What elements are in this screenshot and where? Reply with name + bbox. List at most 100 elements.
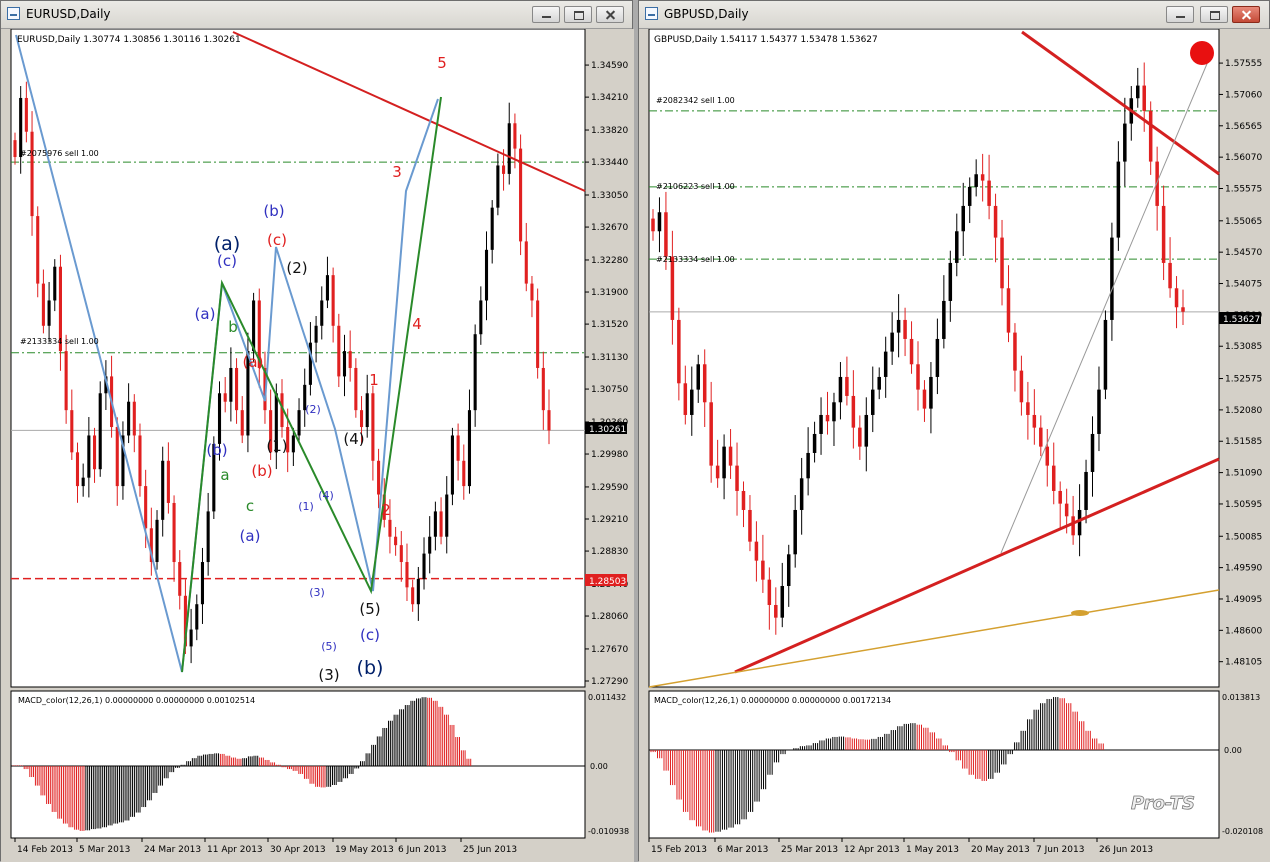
x-tick-label: 19 May 2013 <box>335 845 394 855</box>
y-tick-label: 1.28830 <box>591 547 628 557</box>
y-tick-label: 1.27290 <box>591 677 628 687</box>
wave-label-5-black: (5) <box>359 600 380 618</box>
y-tick-label: 1.50085 <box>1225 532 1262 542</box>
x-tick-label: 11 Apr 2013 <box>207 845 263 855</box>
candle <box>536 288 540 379</box>
y-tick-label: 1.34590 <box>591 61 628 71</box>
x-tick-label: 14 Feb 2013 <box>17 845 73 855</box>
alert-circle-icon[interactable] <box>1190 41 1214 65</box>
wave-label-big-b: (b) <box>357 657 384 679</box>
wave-label-1: 1 <box>369 371 379 389</box>
minimize-button[interactable] <box>532 6 560 23</box>
channel-marker <box>1071 610 1089 616</box>
y-tick-label: 1.57060 <box>1225 90 1262 100</box>
wave-label-c-blue: (c) <box>217 252 237 270</box>
wave-label-1-black: (1) <box>266 437 287 455</box>
y-tick-label: 1.52080 <box>1225 406 1262 416</box>
maximize-button[interactable] <box>1200 6 1228 23</box>
y-tick-label: 1.28060 <box>591 612 628 622</box>
y-tick-label: 1.53085 <box>1225 342 1262 352</box>
eurusd-chart-canvas[interactable]: 5 3 4 1 2 (a) (b) (c) (b) (a) (b) (a) (c… <box>1 29 634 862</box>
y-tick-label: 1.33820 <box>591 126 628 136</box>
y-tick-label: 1.49095 <box>1225 595 1262 605</box>
window-title: GBPUSD,Daily <box>664 7 749 21</box>
x-tick-label: 24 Mar 2013 <box>144 845 201 855</box>
wave-label-5: 5 <box>437 54 447 72</box>
y-tick-label: 1.27670 <box>591 645 628 655</box>
wave-label-4-black: (4) <box>343 430 364 448</box>
x-tick-label: 25 Jun 2013 <box>463 845 517 855</box>
wave-label-3-black: (3) <box>318 666 339 684</box>
macd-label: MACD_color(12,26,1) 0.00000000 0.0000000… <box>654 696 891 705</box>
x-tick-label: 30 Apr 2013 <box>270 845 326 855</box>
gbpusd-chart-canvas[interactable]: 1.57555 1.57060 1.56565 1.56070 1.55575 1.550… <box>639 29 1270 862</box>
chart-info: GBPUSD,Daily 1.54117 1.54377 1.53478 1.5… <box>654 35 878 45</box>
wave-label-b-blue: (b) <box>263 202 284 220</box>
maximize-button[interactable] <box>564 6 592 23</box>
x-tick-label: 15 Feb 2013 <box>651 845 707 855</box>
candle <box>98 381 102 477</box>
eurusd-title-bar[interactable]: EURUSD,Daily <box>1 1 632 29</box>
order-label-2: #2106223 sell 1.00 <box>656 182 735 191</box>
y-tick-label: 1.29590 <box>591 483 628 493</box>
window-title: EURUSD,Daily <box>26 7 111 21</box>
wave-label-small-2: (2) <box>305 403 321 416</box>
y-tick-label: 1.50595 <box>1225 500 1262 510</box>
y-tick-label: 1.56565 <box>1225 122 1262 132</box>
macd-axis-top: 0.011432 <box>588 693 626 702</box>
candle <box>519 134 523 256</box>
wave-label-a-red: (a) <box>243 353 264 371</box>
price-panel <box>648 29 1220 688</box>
current-price-text: 1.30261 <box>589 425 626 435</box>
wave-label-a-blue: (a) <box>195 305 216 323</box>
chart-info: EURUSD,Daily 1.30774 1.30856 1.30116 1.3… <box>17 35 241 45</box>
x-tick-label: 5 Mar 2013 <box>79 845 130 855</box>
y-tick-label: 1.52575 <box>1225 375 1262 385</box>
wave-label-2: 2 <box>381 501 391 519</box>
wave-label-small-5: (5) <box>321 640 337 653</box>
y-tick-label: 1.56070 <box>1225 153 1262 163</box>
candle <box>1103 310 1108 400</box>
x-tick-label: 25 Mar 2013 <box>781 845 838 855</box>
wave-label-4: 4 <box>412 315 422 333</box>
macd-axis-bottom: -0.020108 <box>1222 827 1263 836</box>
watermark-logo: Pro-TS <box>1131 793 1195 814</box>
wave-label-a-green: a <box>220 466 229 484</box>
y-tick-label: 1.51585 <box>1225 437 1262 447</box>
wave-label-small-1: (1) <box>298 500 314 513</box>
y-tick-label: 1.54075 <box>1225 280 1262 290</box>
x-tick-label: 7 Jun 2013 <box>1036 845 1084 855</box>
current-price-text: 1.53627 <box>1223 315 1260 325</box>
y-tick-label: 1.32280 <box>591 256 628 266</box>
y-tick-label: 1.48600 <box>1225 626 1262 636</box>
y-tick-label: 1.49590 <box>1225 564 1262 574</box>
wave-label-2-black: (2) <box>286 259 307 277</box>
order-label-1: #2082342 sell 1.00 <box>656 96 735 105</box>
macd-axis-zero: 0.00 <box>1224 746 1242 755</box>
y-tick-label: 1.32670 <box>591 223 628 233</box>
y-tick-label: 1.33050 <box>591 191 628 201</box>
y-tick-label: 1.29210 <box>591 515 628 525</box>
close-button[interactable] <box>1232 6 1260 23</box>
y-tick-label: 1.31130 <box>591 353 628 363</box>
wave-label-b-red: (b) <box>251 462 272 480</box>
x-tick-label: 12 Apr 2013 <box>844 845 900 855</box>
y-tick-label: 1.29980 <box>591 450 628 460</box>
x-tick-label: 6 Mar 2013 <box>717 845 768 855</box>
macd-axis-top: 0.013813 <box>1222 693 1260 702</box>
wave-label-c-blue-2: (c) <box>360 626 380 644</box>
price-panel <box>10 29 586 688</box>
y-tick-label: 1.30750 <box>591 385 628 395</box>
macd-axis-zero: 0.00 <box>590 762 608 771</box>
y-tick-label: 1.51090 <box>1225 469 1262 479</box>
close-button[interactable] <box>596 6 624 23</box>
gbpusd-title-bar[interactable]: GBPUSD,Daily <box>639 1 1269 29</box>
minimize-button[interactable] <box>1166 6 1194 23</box>
y-tick-label: 1.55065 <box>1225 217 1262 227</box>
order-label-3: #2133334 sell 1.00 <box>656 255 735 264</box>
wave-label-small-3: (3) <box>309 586 325 599</box>
x-tick-label: 26 Jun 2013 <box>1099 845 1153 855</box>
y-tick-label: 1.48105 <box>1225 658 1262 668</box>
y-tick-label: 1.55575 <box>1225 185 1262 195</box>
wave-label-b-green: b <box>228 318 238 336</box>
